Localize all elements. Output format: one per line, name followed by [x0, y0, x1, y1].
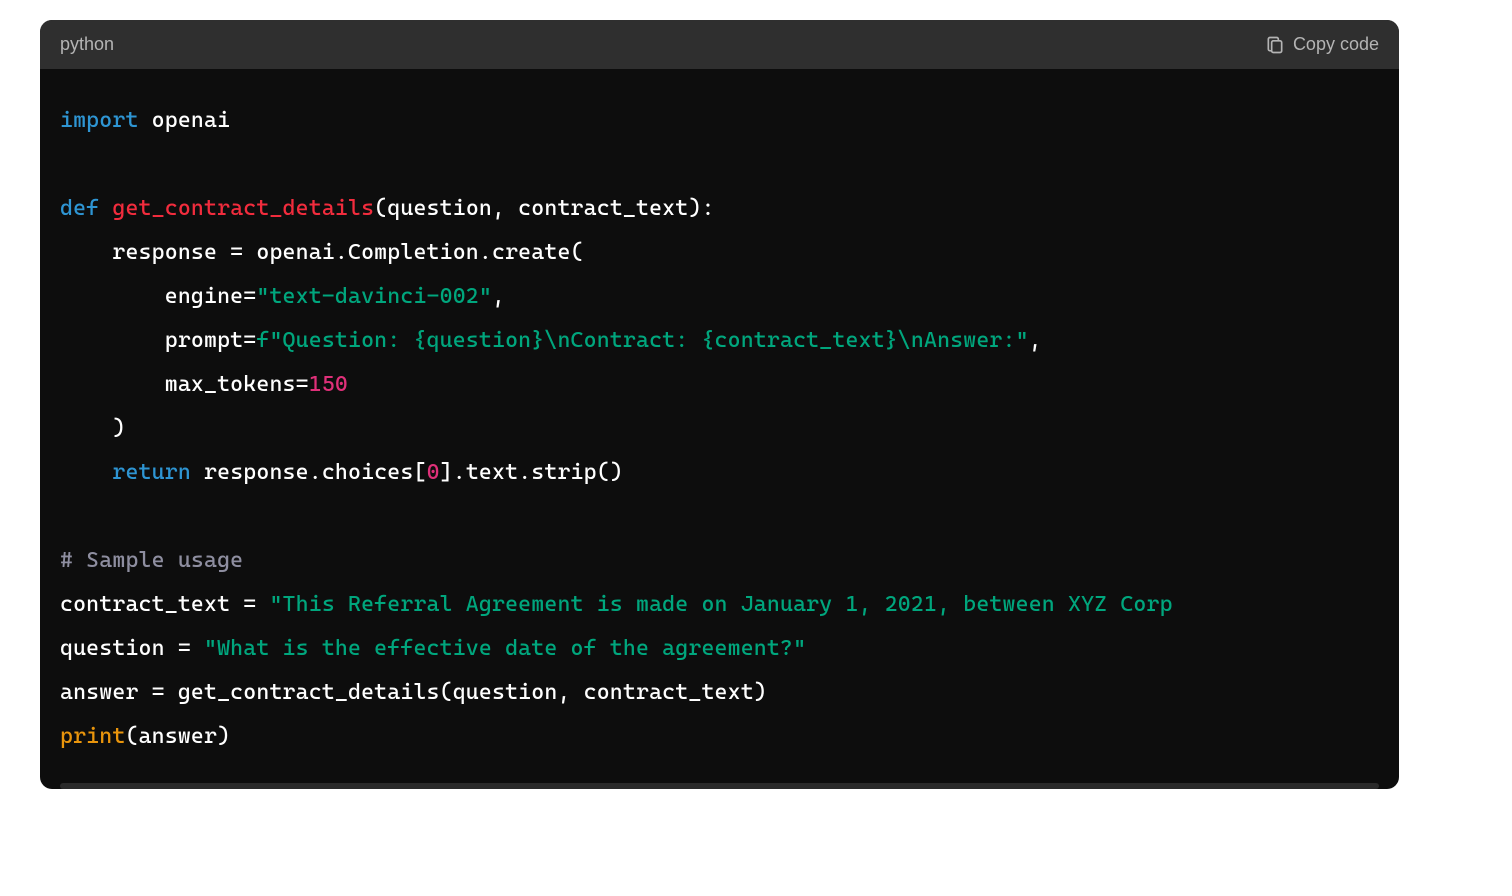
comment: # Sample usage — [60, 548, 243, 573]
code-header: python Copy code — [40, 20, 1399, 69]
keyword-def: def — [60, 196, 99, 221]
keyword-import: import — [60, 108, 139, 133]
function-name: get_contract_details — [112, 196, 374, 221]
copy-code-button[interactable]: Copy code — [1265, 34, 1379, 55]
clipboard-icon — [1265, 35, 1285, 55]
horizontal-scrollbar[interactable] — [60, 783, 1379, 789]
code-body[interactable]: import openai def get_contract_details(q… — [40, 69, 1399, 783]
keyword-return: return — [112, 460, 191, 485]
copy-code-label: Copy code — [1293, 34, 1379, 55]
string-literal: "Question: {question}\nContract: {contra… — [269, 328, 1028, 353]
code-content: import openai def get_contract_details(q… — [60, 99, 1379, 759]
string-literal: "text-davinci-002" — [256, 284, 492, 309]
code-block: python Copy code import openai def get_c… — [40, 20, 1399, 789]
language-label: python — [60, 34, 114, 55]
builtin-print: print — [60, 724, 125, 749]
number-literal: 150 — [309, 372, 348, 397]
string-literal: "This Referral Agreement is made on Janu… — [269, 592, 1172, 617]
string-literal: "What is the effective date of the agree… — [204, 636, 806, 661]
